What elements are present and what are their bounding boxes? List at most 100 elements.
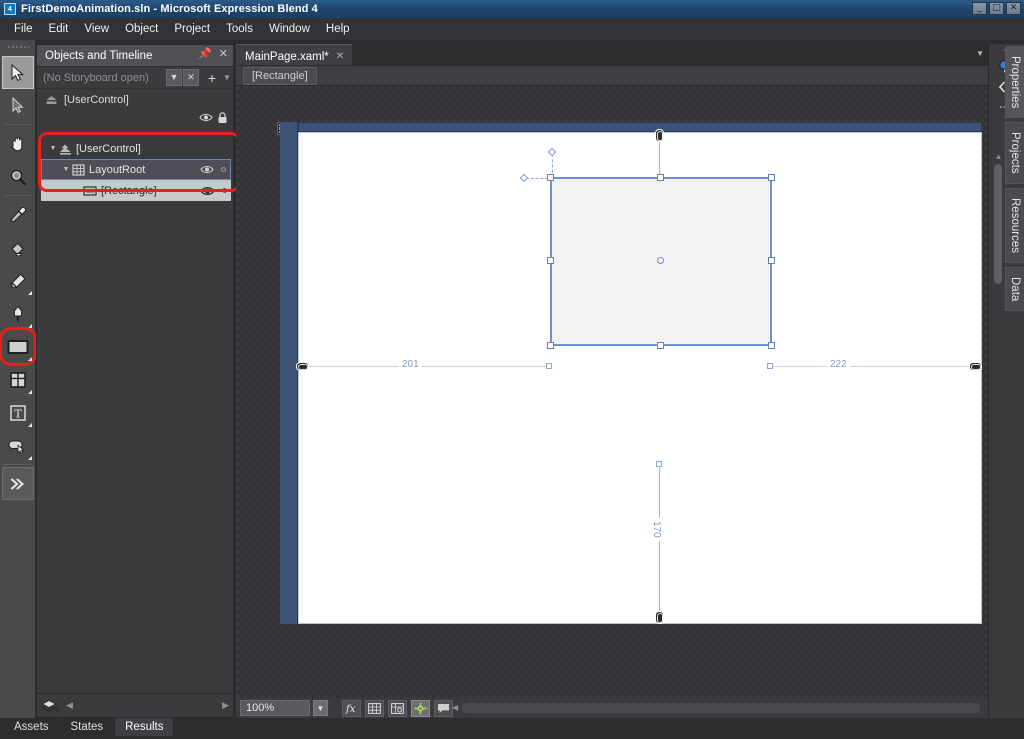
eyedropper-tool[interactable]	[2, 198, 34, 231]
resize-handle-ne[interactable]	[768, 174, 775, 181]
scroll-up-icon[interactable]: ▲	[994, 152, 1003, 161]
tree-label: LayoutRoot	[89, 163, 146, 176]
lock-toggle-icon[interactable]	[221, 167, 226, 172]
storyboard-menu-caret-icon[interactable]: ▼	[221, 69, 233, 86]
menu-help[interactable]: Help	[318, 20, 358, 38]
eye-icon[interactable]	[200, 164, 214, 175]
storyboard-new-icon[interactable]: +	[204, 69, 220, 86]
resize-handle-nw[interactable]	[547, 174, 554, 181]
maximize-button[interactable]: □	[989, 2, 1004, 15]
resize-handle-e[interactable]	[768, 257, 775, 264]
measure-handle-right	[767, 363, 773, 369]
layers-icon[interactable]	[41, 698, 60, 714]
snap-crosshair-icon	[414, 702, 427, 714]
expander-icon[interactable]: ▼	[60, 166, 72, 173]
pan-tool[interactable]	[2, 127, 34, 160]
zoom-level-input[interactable]: 100%	[240, 700, 310, 716]
direct-selection-tool[interactable]	[2, 89, 34, 122]
tab-projects[interactable]: Projects	[1005, 122, 1024, 184]
grid-options-button[interactable]	[388, 699, 407, 717]
grid-layout-tool[interactable]	[2, 363, 34, 396]
scroll-track[interactable]	[461, 702, 980, 713]
measure-anchor-top-icon[interactable]	[655, 129, 664, 142]
menu-edit[interactable]: Edit	[41, 20, 77, 38]
minimize-button[interactable]: _	[972, 2, 987, 15]
button-tool[interactable]	[2, 429, 34, 462]
lock-toggle-icon[interactable]	[222, 188, 227, 193]
tab-results[interactable]: Results	[115, 718, 174, 736]
layoutroot-canvas[interactable]: 148 201 222 170	[296, 129, 982, 624]
resize-handle-w[interactable]	[547, 257, 554, 264]
show-grid-button[interactable]	[365, 699, 384, 717]
design-surface[interactable]: 148 201 222 170	[236, 86, 988, 698]
resize-handle-n[interactable]	[657, 174, 664, 181]
toolbox-grip[interactable]	[6, 42, 29, 54]
menu-project[interactable]: Project	[166, 20, 218, 38]
resize-handle-s[interactable]	[657, 342, 664, 349]
brush-tool[interactable]	[2, 264, 34, 297]
scroll-right-icon[interactable]: ▶	[222, 700, 229, 711]
pin-icon[interactable]: 📌	[198, 49, 212, 60]
rectangle-tool[interactable]	[0, 327, 37, 366]
scroll-left-icon[interactable]: ◀	[66, 700, 73, 711]
menu-window[interactable]: Window	[261, 20, 318, 38]
document-tab-mainpage[interactable]: MainPage.xaml* ✕	[236, 44, 353, 65]
rectangle-shape-icon	[83, 185, 97, 196]
guide-diamond-top[interactable]	[547, 147, 557, 157]
resize-handle-se[interactable]	[768, 342, 775, 349]
selected-rectangle[interactable]	[547, 174, 775, 349]
window-controls: _ □ ✕	[972, 2, 1021, 15]
scope-row[interactable]: [UserControl]	[37, 89, 233, 111]
eye-icon	[199, 112, 213, 126]
objects-panel-footer: ◀ ▶	[36, 694, 234, 718]
tree-item-usercontrol[interactable]: ▼ [UserControl]	[41, 138, 231, 159]
pen-tool[interactable]	[2, 297, 34, 330]
menu-tools[interactable]: Tools	[218, 20, 261, 38]
close-button[interactable]: ✕	[1006, 2, 1021, 15]
scroll-thumb[interactable]	[994, 164, 1002, 284]
breadcrumb-item-rectangle[interactable]: [Rectangle]	[243, 66, 317, 85]
snap-to-gridlines-button[interactable]	[411, 699, 430, 717]
grid-settings-icon	[391, 702, 404, 714]
close-icon[interactable]: ✕	[336, 51, 344, 62]
menu-file[interactable]: File	[6, 20, 41, 38]
caret-down-icon[interactable]: ▼	[976, 49, 984, 58]
speech-bubble-icon	[438, 703, 449, 713]
canvas-status-bar: 100% ▼ fx ◀	[236, 698, 988, 718]
measure-anchor-bottom-icon[interactable]	[655, 611, 664, 624]
annotations-button[interactable]	[434, 699, 453, 717]
tab-data[interactable]: Data	[1005, 266, 1024, 312]
zoom-dropdown-caret-icon[interactable]: ▼	[313, 700, 328, 716]
horizontal-scrollbar[interactable]: ◀	[452, 702, 980, 713]
right-dock: ▼ ▲ Properties	[988, 44, 1024, 718]
eye-icon[interactable]	[200, 185, 215, 197]
textblock-tool[interactable]: T	[2, 396, 34, 429]
expander-icon[interactable]: ▼	[47, 145, 59, 152]
asset-library-tool[interactable]	[2, 467, 34, 500]
tab-properties[interactable]: Properties	[1005, 46, 1024, 119]
tree-item-rectangle[interactable]: [Rectangle]	[41, 180, 231, 201]
paint-bucket-tool[interactable]	[2, 231, 34, 264]
tree-item-layoutroot[interactable]: ▼ LayoutRoot	[41, 159, 231, 180]
measure-anchor-right-icon[interactable]	[969, 362, 982, 371]
menu-view[interactable]: View	[76, 20, 117, 38]
tab-assets[interactable]: Assets	[4, 718, 59, 736]
scroll-left-icon[interactable]: ◀	[452, 703, 458, 712]
right-dock-scrollbar[interactable]: ▲	[994, 152, 1003, 352]
measure-anchor-left-icon[interactable]	[296, 362, 309, 371]
close-icon[interactable]: ✕	[219, 49, 228, 60]
zoom-tool[interactable]	[2, 160, 34, 193]
artboard: 148 201 222 170	[280, 122, 982, 624]
resize-handle-sw[interactable]	[547, 342, 554, 349]
effects-button[interactable]: fx	[342, 699, 361, 717]
storyboard-close-icon[interactable]: ✕	[183, 69, 199, 86]
storyboard-dropdown-icon[interactable]: ▼	[166, 69, 182, 86]
selection-tool[interactable]	[2, 56, 34, 89]
menu-object[interactable]: Object	[117, 20, 166, 38]
guide-diamond-left[interactable]	[519, 173, 529, 183]
tab-states[interactable]: States	[61, 718, 114, 736]
app-icon: 4	[4, 3, 16, 15]
column-icon-row	[37, 111, 233, 127]
transform-origin-icon[interactable]	[657, 257, 664, 264]
tab-resources[interactable]: Resources	[1005, 187, 1024, 263]
